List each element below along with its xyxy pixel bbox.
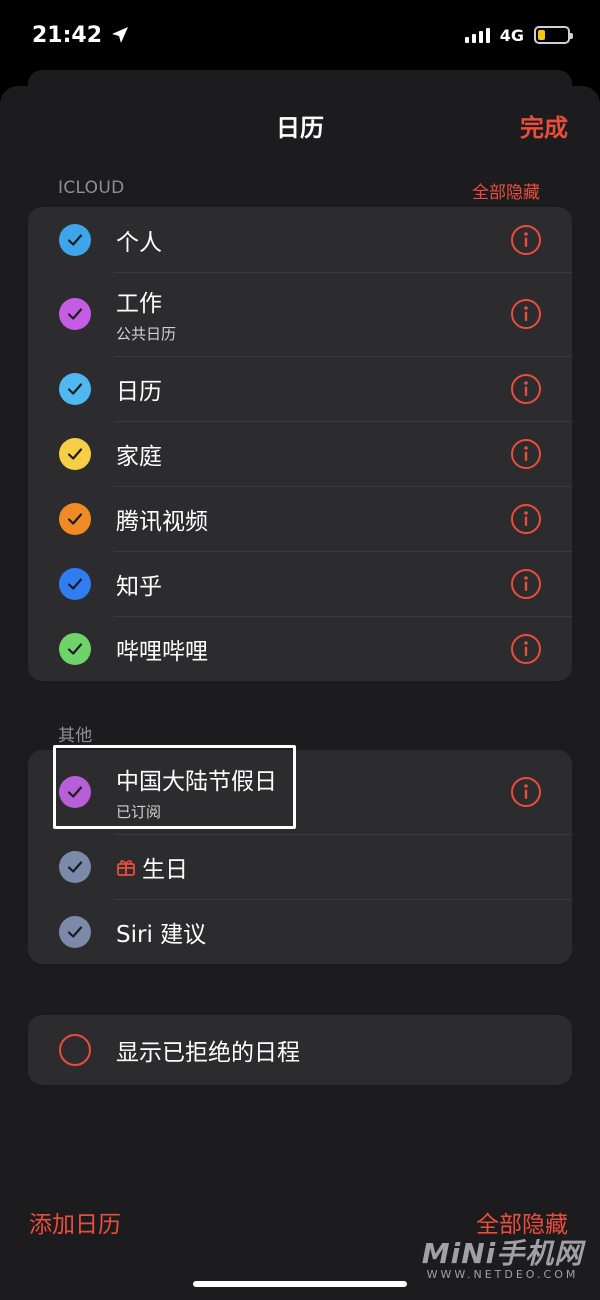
icloud-hide-all-button[interactable]: 全部隐藏 [472,178,540,203]
info-icon[interactable] [511,224,541,255]
checkmark-icon[interactable] [59,850,91,883]
calendar-row[interactable]: 腾讯视频 [28,486,572,551]
show-declined-label: 显示已拒绝的日程 [116,1040,300,1066]
calendar-name: Siri 建议 [116,915,206,949]
calendar-name: 哔哩哔哩 [116,632,208,666]
checkmark-icon[interactable] [59,372,91,405]
network-type: 4G [499,25,524,45]
watermark-sub: WWW.NETDEO.COM [426,1268,579,1281]
calendar-name-text: 个人 [116,229,162,256]
info-icon[interactable] [511,438,541,469]
calendar-text: 生日 [116,850,188,884]
calendar-row[interactable]: Siri 建议 [28,899,572,964]
battery-level [538,30,545,40]
calendar-subtitle: 公共日历 [116,325,177,343]
calendar-name: 生日 [116,850,188,884]
checkmark-icon[interactable] [59,502,91,535]
info-icon[interactable] [511,568,541,599]
status-left: 21:42 [32,23,130,48]
info-icon[interactable] [511,633,541,664]
section-header-other: 其他 [58,726,93,746]
checkmark-icon[interactable] [59,223,91,256]
done-button[interactable]: 完成 [520,108,568,143]
checkmark-icon[interactable] [59,632,91,665]
calendar-row[interactable]: 生日 [28,834,572,899]
calendar-row[interactable]: 哔哩哔哩 [28,616,572,681]
calendar-row[interactable]: 日历 [28,356,572,421]
calendar-text: Siri 建议 [116,915,206,949]
calendar-name: 家庭 [116,437,162,471]
calendar-text: 腾讯视频 [116,502,208,536]
unchecked-circle-icon[interactable] [59,1034,91,1066]
calendar-text: 工作 公共日历 [116,284,176,344]
calendar-name-text: 腾讯视频 [116,508,208,535]
calendar-name: 工作 [116,284,176,318]
info-icon[interactable] [511,373,541,404]
calendar-text: 日历 [116,372,162,406]
show-declined-row[interactable]: 显示已拒绝的日程 [28,1015,572,1085]
calendar-text: 个人 [116,223,162,257]
calendar-name: 个人 [116,223,162,257]
calendar-row[interactable]: 工作 公共日历 [28,272,572,356]
calendar-row[interactable]: 知乎 [28,551,572,616]
calendar-name: 日历 [116,372,162,406]
calendar-text: 家庭 [116,437,162,471]
section-header-icloud: ICLOUD [58,178,125,198]
watermark: MiNi手机网 WWW.NETDEO.COM [420,1232,585,1281]
page-title: 日历 [276,114,324,142]
calendar-name-text: 家庭 [116,443,162,470]
checkmark-icon[interactable] [59,437,91,470]
calendar-name-text: 知乎 [116,573,162,600]
watermark-main: MiNi手机网 [421,1237,584,1270]
calendar-name-text: 工作 [116,291,162,317]
calendar-row[interactable]: 个人 [28,207,572,272]
calendar-name: 腾讯视频 [116,502,208,536]
info-icon[interactable] [511,299,541,329]
checkmark-icon[interactable] [59,915,91,948]
calendar-name-text: Siri 建议 [116,921,207,948]
calendar-name-text: 日历 [116,378,162,405]
gift-icon [116,857,136,877]
calendar-text: 哔哩哔哩 [116,632,208,666]
calendar-name: 知乎 [116,567,162,601]
info-icon[interactable] [511,503,541,534]
status-time: 21:42 [32,22,103,48]
battery-icon [534,26,573,44]
calendar-name-text: 哔哩哔哩 [116,638,208,665]
status-bar: 21:42 4G [0,0,600,70]
status-right: 4G [464,25,573,45]
checkmark-icon[interactable] [59,298,91,330]
home-indicator[interactable] [193,1281,407,1287]
icloud-calendar-list: 个人工作公共日历日历家庭腾讯视频知乎哔哩哔哩 [28,207,572,681]
checkmark-icon[interactable] [59,567,91,600]
calendar-row[interactable]: 家庭 [28,421,572,486]
location-arrow-icon [112,27,129,43]
add-calendar-button[interactable]: 添加日历 [29,1205,121,1239]
cellular-signal-icon [464,27,490,43]
calendar-name-text: 生日 [142,856,188,883]
info-icon[interactable] [511,777,541,807]
calendar-text: 知乎 [116,567,162,601]
highlight-box [53,745,296,829]
